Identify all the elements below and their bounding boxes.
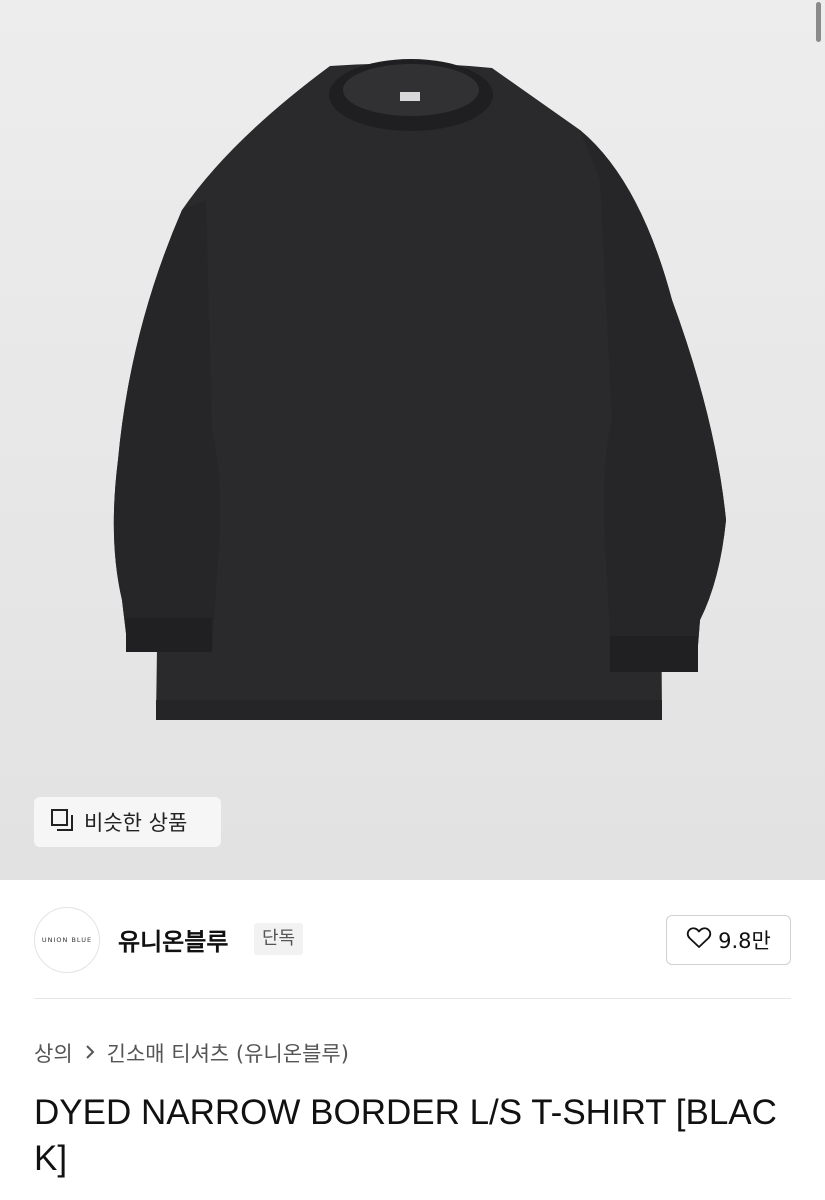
like-count: 9.8만 xyxy=(718,929,771,953)
exclusive-badge: 단독 xyxy=(254,923,304,955)
brand-row: UNION BLUE 유니온블루 단독 9.8만 xyxy=(34,907,791,973)
brand-logo-text: UNION BLUE xyxy=(41,936,93,944)
divider xyxy=(34,998,791,999)
similar-products-button[interactable]: 비슷한 상품 xyxy=(34,797,221,847)
scrollbar[interactable] xyxy=(816,2,821,42)
chevron-right-icon xyxy=(85,1041,95,1065)
brand-name[interactable]: 유니온블루 xyxy=(118,922,228,957)
breadcrumb: 상의 긴소매 티셔츠 (유니온블루) xyxy=(34,1038,349,1068)
tshirt-image xyxy=(113,59,727,720)
heart-icon xyxy=(686,926,712,955)
breadcrumb-level1[interactable]: 상의 xyxy=(34,1038,73,1068)
breadcrumb-level2[interactable]: 긴소매 티셔츠 (유니온블루) xyxy=(107,1038,349,1068)
similar-products-label: 비슷한 상품 xyxy=(84,811,188,835)
like-button[interactable]: 9.8만 xyxy=(666,915,791,965)
product-title: DYED NARROW BORDER L/S T-SHIRT [BLACK] xyxy=(34,1093,777,1178)
copy-icon xyxy=(50,808,74,837)
product-image[interactable]: 비슷한 상품 xyxy=(0,0,825,880)
brand-logo[interactable]: UNION BLUE xyxy=(34,907,100,973)
